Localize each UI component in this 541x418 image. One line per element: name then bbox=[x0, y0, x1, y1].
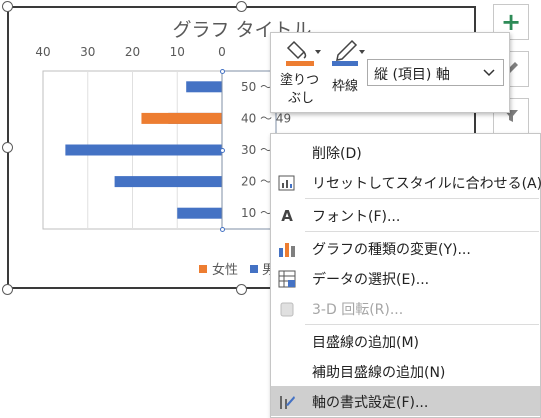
menu-item-select-data[interactable]: データの選択(E)... bbox=[271, 263, 540, 293]
x-tick-label: 20 bbox=[125, 45, 140, 59]
y-category-label: 50 〜 bbox=[241, 80, 272, 94]
menu-item-delete-label: 削除(D) bbox=[312, 146, 362, 162]
pen-icon bbox=[332, 39, 365, 66]
reset-style-icon bbox=[278, 174, 296, 192]
legend-label-female: 女性 bbox=[212, 262, 238, 278]
resize-handle-bottom-middle[interactable] bbox=[236, 284, 247, 295]
3d-rotation-icon bbox=[278, 300, 296, 318]
x-tick-label: 30 bbox=[80, 45, 95, 59]
axis-handle-top-left[interactable] bbox=[220, 69, 225, 74]
x-tick-label: 40 bbox=[35, 45, 50, 59]
menu-item-reset-style[interactable]: リセットしてスタイルに合わせる(A) bbox=[271, 167, 541, 197]
chevron-down-icon bbox=[315, 50, 321, 54]
menu-item-format-axis[interactable]: 軸の書式設定(F)... bbox=[271, 386, 540, 416]
select-data-icon bbox=[278, 270, 296, 288]
resize-handle-top-middle[interactable] bbox=[236, 1, 247, 12]
menu-item-select-data-label: データの選択(E)... bbox=[312, 272, 430, 288]
menu-item-delete[interactable]: 削除(D) bbox=[271, 137, 540, 167]
menu-item-change-chart-type[interactable]: グラフの種類の変更(Y)... bbox=[271, 233, 540, 263]
chart-element-selector-value: 縦 (項目) 軸 bbox=[374, 67, 450, 83]
fill-label-line2: ぶし bbox=[288, 91, 315, 106]
bar-female[interactable] bbox=[141, 112, 222, 124]
menu-item-add-minor-gridlines-label: 補助目盛線の追加(N) bbox=[312, 365, 446, 381]
x-tick-label: 10 bbox=[170, 45, 185, 59]
menu-item-add-major-gridlines[interactable]: 目盛線の追加(M) bbox=[271, 326, 540, 356]
menu-separator bbox=[305, 231, 539, 232]
bar-male[interactable] bbox=[114, 176, 222, 188]
bar-male[interactable] bbox=[65, 144, 222, 156]
resize-handle-top-left[interactable] bbox=[2, 1, 13, 12]
menu-item-add-minor-gridlines[interactable]: 補助目盛線の追加(N) bbox=[271, 356, 540, 386]
menu-item-change-chart-type-label: グラフの種類の変更(Y)... bbox=[312, 242, 471, 258]
menu-item-add-major-gridlines-label: 目盛線の追加(M) bbox=[312, 335, 420, 351]
format-axis-icon bbox=[278, 393, 296, 411]
paint-bucket-icon bbox=[286, 40, 321, 66]
menu-item-font[interactable]: A フォント(F)... bbox=[271, 200, 540, 230]
resize-handle-middle-left[interactable] bbox=[2, 142, 13, 153]
fill-label-line1: 塗りつ bbox=[280, 73, 320, 88]
fill-button[interactable] bbox=[279, 38, 329, 70]
bar-male[interactable] bbox=[186, 81, 222, 93]
chevron-down-icon bbox=[359, 50, 365, 54]
font-icon: A bbox=[281, 207, 293, 225]
x-tick-label: 0 bbox=[218, 45, 226, 59]
chevron-down-icon bbox=[483, 69, 495, 77]
y-category-label: 40 〜 49 bbox=[241, 111, 291, 125]
outline-label: 枠線 bbox=[332, 79, 359, 94]
mini-toolbar: 塗りつ ぶし 枠線 縦 (項目) 軸 bbox=[270, 32, 510, 113]
menu-item-reset-style-label: リセットしてスタイルに合わせる(A) bbox=[312, 176, 541, 192]
context-menu: 削除(D) リセットしてスタイルに合わせる(A) A フォント(F)... グラ… bbox=[270, 133, 541, 418]
outline-button[interactable] bbox=[329, 38, 369, 70]
legend-marker-male bbox=[250, 265, 258, 273]
menu-separator bbox=[305, 324, 539, 325]
axis-handle-bottom-left[interactable] bbox=[220, 227, 225, 232]
menu-item-3d-rotation-label: 3-D 回転(R)... bbox=[312, 302, 404, 318]
legend-marker-female bbox=[199, 265, 207, 273]
resize-handle-bottom-left[interactable] bbox=[2, 284, 13, 295]
chart-element-selector[interactable]: 縦 (項目) 軸 bbox=[367, 59, 504, 86]
chart-type-icon bbox=[278, 240, 296, 258]
menu-separator bbox=[305, 198, 539, 199]
menu-item-font-label: フォント(F)... bbox=[312, 209, 401, 225]
axis-handle-middle-left[interactable] bbox=[220, 148, 225, 153]
bar-male[interactable] bbox=[177, 207, 222, 219]
menu-item-3d-rotation[interactable]: 3-D 回転(R)... bbox=[271, 293, 540, 323]
menu-item-format-axis-label: 軸の書式設定(F)... bbox=[312, 395, 429, 411]
excel-chart-workspace: グラフ タイトル 40 30 20 10 0 10 〜 19 20 〜 29 30 〜 39… bbox=[0, 0, 541, 418]
delete-icon bbox=[278, 144, 296, 162]
